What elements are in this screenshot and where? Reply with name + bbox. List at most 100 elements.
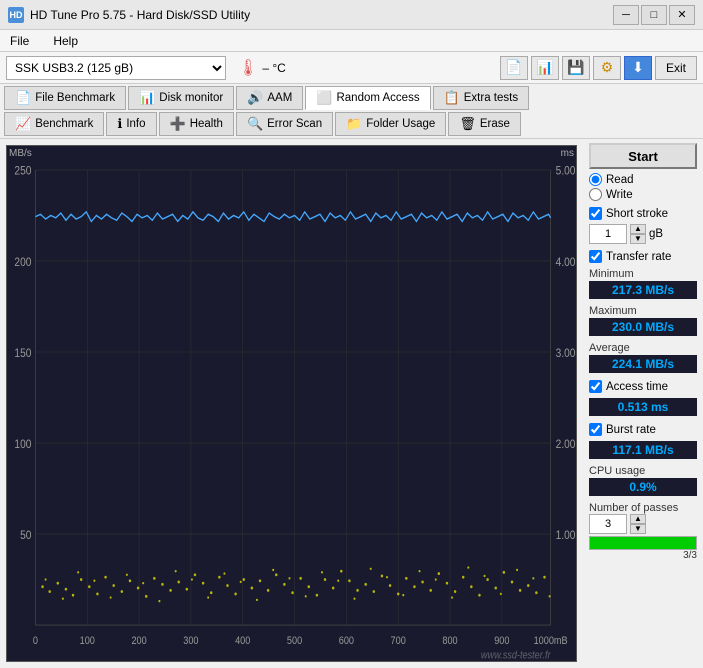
window-title: HD Tune Pro 5.75 - Hard Disk/SSD Utility <box>30 8 250 22</box>
tab-error-scan-label: Error Scan <box>267 118 322 130</box>
tab-aam-label: AAM <box>267 92 292 104</box>
tab-extra-tests[interactable]: 📋 Extra tests <box>433 86 530 110</box>
menu-bar: File Help <box>0 30 703 52</box>
window-controls: ─ □ ✕ <box>613 5 695 25</box>
toolbar-btn-3[interactable]: 💾 <box>562 56 590 80</box>
short-stroke-value-row: ▲ ▼ gB <box>589 224 697 244</box>
svg-text:5.00: 5.00 <box>556 165 576 178</box>
exit-button[interactable]: Exit <box>655 56 697 80</box>
minimum-section: Minimum 217.3 MB/s <box>589 267 697 300</box>
temp-display: 🌡 – °C <box>232 58 292 78</box>
toolbar-btn-2[interactable]: 📊 <box>531 56 559 80</box>
short-stroke-down[interactable]: ▼ <box>630 234 646 244</box>
svg-text:150: 150 <box>14 347 31 360</box>
burst-rate-checkbox-row: Burst rate <box>589 423 697 436</box>
minimum-value: 217.3 MB/s <box>589 281 697 299</box>
svg-text:900: 900 <box>494 636 510 648</box>
tabs-row-2: 📈 Benchmark ℹ Info ➕ Health 🔍 Error Scan… <box>4 112 699 136</box>
temp-value: – °C <box>262 61 285 75</box>
passes-progress-bar <box>589 536 697 550</box>
access-time-value: 0.513 ms <box>589 398 697 416</box>
cpu-usage-label: CPU usage <box>589 465 697 477</box>
toolbar-btn-5[interactable]: ⬇ <box>624 56 652 80</box>
file-benchmark-icon: 📄 <box>15 90 31 106</box>
drive-select[interactable]: SSK USB3.2 (125 gB) <box>6 56 226 80</box>
cpu-usage-section: CPU usage 0.9% <box>589 464 697 497</box>
health-icon: ➕ <box>170 116 186 132</box>
minimum-label: Minimum <box>589 268 697 280</box>
svg-text:2.00: 2.00 <box>556 438 576 451</box>
tab-erase[interactable]: 🗑 Erase <box>448 112 521 136</box>
svg-text:250: 250 <box>14 165 31 178</box>
svg-text:4.00: 4.00 <box>556 256 576 269</box>
read-radio[interactable] <box>589 173 602 186</box>
folder-usage-icon: 📁 <box>346 116 362 132</box>
passes-down[interactable]: ▼ <box>630 524 646 534</box>
toolbar: SSK USB3.2 (125 gB) 🌡 – °C 📄 📊 💾 ⚙ ⬇ Exi… <box>0 52 703 84</box>
tab-extra-tests-label: Extra tests <box>464 92 518 104</box>
burst-rate-label: Burst rate <box>606 424 656 436</box>
tab-file-benchmark-label: File Benchmark <box>35 92 115 104</box>
passes-row: ▲ ▼ <box>589 514 697 534</box>
access-time-checkbox-row: Access time <box>589 380 697 393</box>
tab-benchmark[interactable]: 📈 Benchmark <box>4 112 104 136</box>
passes-label: Number of passes <box>589 502 697 514</box>
close-button[interactable]: ✕ <box>669 5 695 25</box>
title-bar: HD HD Tune Pro 5.75 - Hard Disk/SSD Util… <box>0 0 703 30</box>
tab-health[interactable]: ➕ Health <box>159 112 234 136</box>
app-icon: HD <box>8 7 24 23</box>
erase-icon: 🗑 <box>459 116 476 132</box>
read-label: Read <box>606 174 634 186</box>
tab-benchmark-label: Benchmark <box>35 118 93 130</box>
short-stroke-spinner: ▲ ▼ <box>630 224 646 244</box>
access-time-checkbox[interactable] <box>589 380 602 393</box>
benchmark-icon: 📈 <box>15 116 31 132</box>
write-radio[interactable] <box>589 188 602 201</box>
tab-random-access[interactable]: ⬜ Random Access <box>305 86 430 110</box>
menu-file[interactable]: File <box>4 32 35 50</box>
short-stroke-input[interactable] <box>589 224 627 244</box>
tab-aam[interactable]: 🔊 AAM <box>236 86 303 110</box>
passes-progress-label: 3/3 <box>589 550 697 561</box>
maximize-button[interactable]: □ <box>641 5 667 25</box>
average-value: 224.1 MB/s <box>589 355 697 373</box>
error-scan-icon: 🔍 <box>247 116 263 132</box>
svg-text:400: 400 <box>235 636 251 648</box>
short-stroke-checkbox[interactable] <box>589 207 602 220</box>
tabs-area: 📄 File Benchmark 📊 Disk monitor 🔊 AAM ⬜ … <box>0 84 703 139</box>
toolbar-btn-1[interactable]: 📄 <box>500 56 528 80</box>
average-section: Average 224.1 MB/s <box>589 341 697 374</box>
tab-folder-usage[interactable]: 📁 Folder Usage <box>335 112 446 136</box>
short-stroke-label: Short stroke <box>606 208 668 220</box>
passes-up[interactable]: ▲ <box>630 514 646 524</box>
svg-text:0: 0 <box>33 636 38 648</box>
tab-folder-usage-label: Folder Usage <box>366 118 435 130</box>
short-stroke-unit: gB <box>649 228 663 240</box>
tab-info[interactable]: ℹ Info <box>106 112 156 136</box>
passes-spinner: ▲ ▼ <box>630 514 646 534</box>
maximum-section: Maximum 230.0 MB/s <box>589 304 697 337</box>
tab-file-benchmark[interactable]: 📄 File Benchmark <box>4 86 126 110</box>
toolbar-btn-4[interactable]: ⚙ <box>593 56 621 80</box>
minimize-button[interactable]: ─ <box>613 5 639 25</box>
transfer-rate-checkbox-row: Transfer rate <box>589 250 697 263</box>
write-radio-row: Write <box>589 188 697 201</box>
svg-text:1000mB: 1000mB <box>534 636 568 648</box>
svg-text:3.00: 3.00 <box>556 347 576 360</box>
svg-text:600: 600 <box>339 636 355 648</box>
toolbar-icons: 📄 📊 💾 ⚙ ⬇ Exit <box>500 56 697 80</box>
tab-disk-monitor[interactable]: 📊 Disk monitor <box>128 86 234 110</box>
tab-info-label: Info <box>126 118 145 130</box>
y-axis-unit-left: MB/s <box>9 148 32 159</box>
y-axis-unit-right: ms <box>561 148 574 159</box>
svg-text:200: 200 <box>131 636 147 648</box>
tab-error-scan[interactable]: 🔍 Error Scan <box>236 112 333 136</box>
access-time-label: Access time <box>606 381 668 393</box>
burst-rate-checkbox[interactable] <box>589 423 602 436</box>
cpu-usage-value: 0.9% <box>589 478 697 496</box>
short-stroke-up[interactable]: ▲ <box>630 224 646 234</box>
start-button[interactable]: Start <box>589 143 697 169</box>
passes-input[interactable] <box>589 514 627 534</box>
menu-help[interactable]: Help <box>47 32 84 50</box>
transfer-rate-checkbox[interactable] <box>589 250 602 263</box>
